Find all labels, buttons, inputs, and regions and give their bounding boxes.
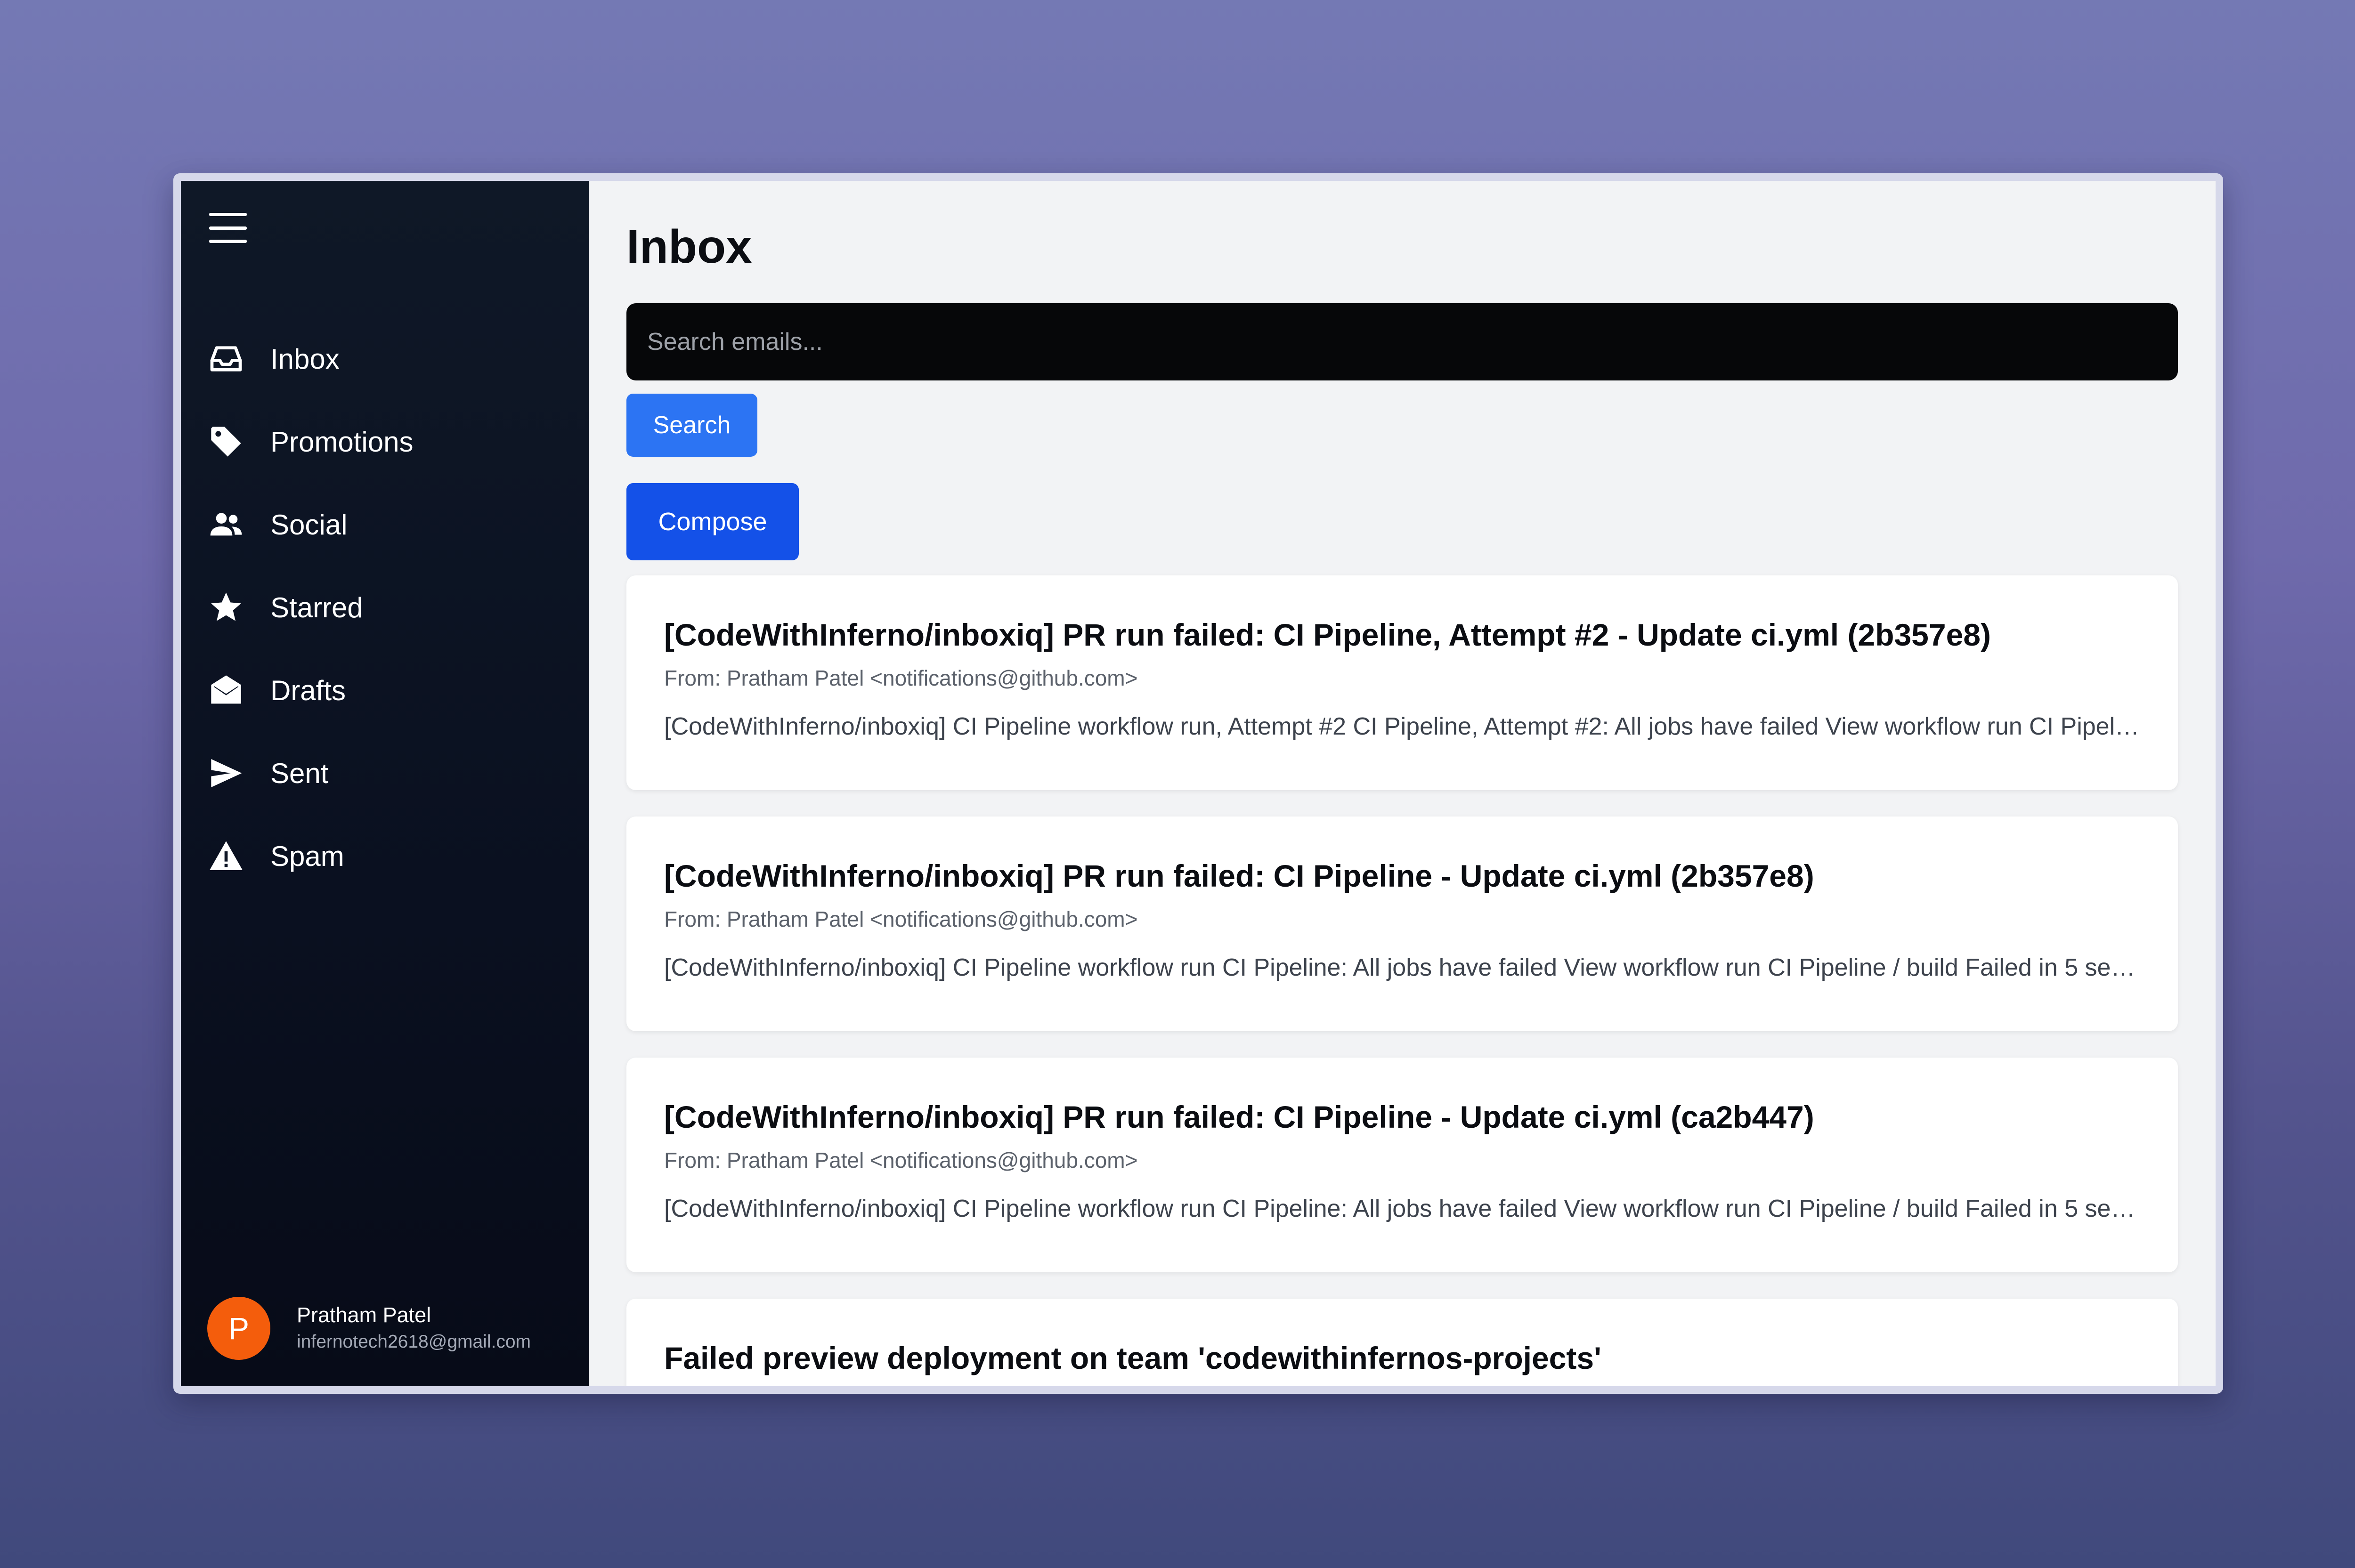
star-icon — [207, 589, 245, 626]
sidebar-item-spam[interactable]: Spam — [181, 815, 589, 897]
sidebar-item-label: Promotions — [270, 426, 414, 458]
people-icon — [207, 506, 245, 543]
warning-triangle-icon — [207, 837, 245, 875]
open-envelope-icon — [207, 671, 245, 709]
email-preview: [CodeWithInferno/inboxiq] CI Pipeline wo… — [664, 1195, 2140, 1222]
main-content: Inbox Search Compose [CodeWithInferno/in… — [589, 181, 2216, 1386]
email-preview: [CodeWithInferno/inboxiq] CI Pipeline wo… — [664, 954, 2140, 981]
user-info: Pratham Patel infernotech2618@gmail.com — [297, 1301, 531, 1355]
email-subject: [CodeWithInferno/inboxiq] PR run failed:… — [664, 1099, 1814, 1134]
hamburger-line — [209, 226, 247, 230]
user-email: infernotech2618@gmail.com — [297, 1332, 531, 1352]
sidebar-item-label: Starred — [270, 591, 363, 623]
email-card[interactable]: [CodeWithInferno/inboxiq] PR run failed:… — [626, 1058, 2178, 1272]
sidebar-item-starred[interactable]: Starred — [181, 566, 589, 649]
sidebar-item-promotions[interactable]: Promotions — [181, 400, 589, 483]
inbox-tray-icon — [207, 340, 245, 378]
tag-icon — [207, 423, 245, 461]
sidebar-item-label: Sent — [270, 757, 329, 789]
sidebar-item-drafts[interactable]: Drafts — [181, 649, 589, 732]
search-input[interactable] — [626, 303, 2178, 380]
email-sender: From: Pratham Patel <notifications@githu… — [664, 666, 1138, 690]
hamburger-line — [209, 213, 247, 216]
sidebar-item-sent[interactable]: Sent — [181, 732, 589, 815]
user-name: Pratham Patel — [297, 1303, 431, 1327]
sidebar-nav: Inbox Promotions Social Starred Drafts S… — [181, 317, 589, 897]
email-subject: [CodeWithInferno/inboxiq] PR run failed:… — [664, 617, 1991, 652]
sidebar-item-label: Social — [270, 509, 348, 541]
hamburger-line — [209, 240, 247, 243]
sidebar-item-social[interactable]: Social — [181, 483, 589, 566]
sidebar-item-label: Spam — [270, 840, 344, 872]
search-button[interactable]: Search — [626, 394, 757, 457]
email-subject: [CodeWithInferno/inboxiq] PR run failed:… — [664, 858, 1814, 893]
avatar: P — [207, 1297, 270, 1360]
email-card[interactable]: [CodeWithInferno/inboxiq] PR run failed:… — [626, 816, 2178, 1031]
user-profile[interactable]: P Pratham Patel infernotech2618@gmail.co… — [207, 1297, 531, 1360]
email-sender: From: Pratham Patel <notifications@githu… — [664, 1148, 1138, 1172]
email-card[interactable]: [CodeWithInferno/inboxiq] PR run failed:… — [626, 575, 2178, 790]
email-card[interactable]: Failed preview deployment on team 'codew… — [626, 1299, 2178, 1386]
email-sender: From: Pratham Patel <notifications@githu… — [664, 907, 1138, 931]
paper-plane-icon — [207, 754, 245, 792]
app-window: Inbox Promotions Social Starred Drafts S… — [173, 173, 2223, 1394]
sidebar-item-inbox[interactable]: Inbox — [181, 317, 589, 400]
compose-button[interactable]: Compose — [626, 483, 799, 560]
email-subject: Failed preview deployment on team 'codew… — [664, 1341, 1601, 1375]
sidebar-item-label: Inbox — [270, 343, 340, 375]
mail-app: Inbox Promotions Social Starred Drafts S… — [181, 181, 2216, 1386]
email-preview: [CodeWithInferno/inboxiq] CI Pipeline wo… — [664, 713, 2140, 740]
sidebar: Inbox Promotions Social Starred Drafts S… — [181, 181, 589, 1386]
hamburger-menu-icon[interactable] — [209, 213, 247, 243]
email-list: [CodeWithInferno/inboxiq] PR run failed:… — [626, 575, 2178, 1386]
page-title: Inbox — [626, 220, 752, 273]
sidebar-item-label: Drafts — [270, 674, 346, 706]
